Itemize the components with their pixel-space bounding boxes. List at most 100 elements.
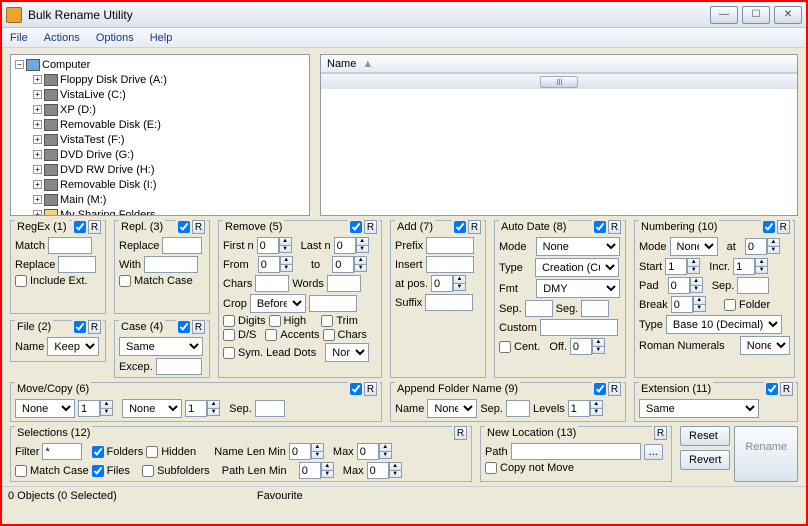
- minimize-button[interactable]: —: [710, 6, 738, 24]
- num-enable[interactable]: [763, 221, 775, 233]
- add-enable[interactable]: [454, 221, 466, 233]
- sel-nlm[interactable]: [289, 443, 311, 460]
- autodate-type-select[interactable]: Creation (Curr: [535, 258, 619, 277]
- sel-plmax[interactable]: [367, 462, 389, 479]
- autodate-fmt-select[interactable]: DMY: [536, 279, 620, 298]
- autodate-reset[interactable]: R: [608, 220, 621, 234]
- expand-icon[interactable]: +: [33, 135, 42, 144]
- regex-reset[interactable]: R: [88, 220, 101, 234]
- num-mode-select[interactable]: None: [670, 237, 718, 256]
- case-select[interactable]: Same: [119, 337, 203, 356]
- mc-reset[interactable]: R: [364, 382, 377, 396]
- afn-sep-input[interactable]: [506, 400, 530, 417]
- autodate-custom-input[interactable]: [540, 319, 618, 336]
- remove-words-input[interactable]: [327, 275, 361, 292]
- menu-actions[interactable]: Actions: [44, 32, 80, 44]
- case-excep-input[interactable]: [156, 358, 202, 375]
- remove-enable[interactable]: [350, 221, 362, 233]
- sel-filter-input[interactable]: [42, 443, 82, 460]
- expand-icon[interactable]: +: [33, 195, 42, 204]
- num-sep-input[interactable]: [737, 277, 769, 294]
- tree-item[interactable]: DVD RW Drive (H:): [60, 164, 155, 176]
- repl-matchcase[interactable]: [119, 275, 131, 287]
- revert-button[interactable]: Revert: [680, 450, 730, 470]
- nl-reset[interactable]: R: [654, 426, 667, 440]
- add-suffix-input[interactable]: [425, 294, 473, 311]
- autodate-cent[interactable]: [499, 341, 511, 353]
- expand-icon[interactable]: +: [33, 165, 42, 174]
- regex-include-ext[interactable]: [15, 275, 27, 287]
- file-list[interactable]: Name▲: [320, 54, 798, 216]
- sel-hidden[interactable]: [146, 446, 158, 458]
- regex-replace-input[interactable]: [58, 256, 96, 273]
- tree-item[interactable]: VistaTest (F:): [60, 134, 125, 146]
- autodate-seg-input[interactable]: [581, 300, 609, 317]
- nl-browse-button[interactable]: ...: [644, 444, 663, 460]
- case-enable[interactable]: [178, 321, 190, 333]
- file-name-select[interactable]: Keep: [47, 337, 99, 356]
- case-reset[interactable]: R: [192, 320, 205, 334]
- mc-select2[interactable]: None: [122, 399, 182, 418]
- repl-with-input[interactable]: [144, 256, 198, 273]
- sel-reset[interactable]: R: [454, 426, 467, 440]
- sel-folders[interactable]: [92, 446, 104, 458]
- remove-crop-input[interactable]: [309, 295, 357, 312]
- menu-options[interactable]: Options: [96, 32, 134, 44]
- autodate-sep-input[interactable]: [525, 300, 553, 317]
- num-type-select[interactable]: Base 10 (Decimal): [666, 315, 782, 334]
- remove-chars-input[interactable]: [255, 275, 289, 292]
- expand-icon[interactable]: +: [33, 180, 42, 189]
- file-reset[interactable]: R: [88, 320, 101, 334]
- add-reset[interactable]: R: [468, 220, 481, 234]
- autodate-enable[interactable]: [594, 221, 606, 233]
- tree-item[interactable]: DVD Drive (G:): [60, 149, 134, 161]
- remove-firstn[interactable]: [257, 237, 279, 254]
- maximize-button[interactable]: ☐: [742, 6, 770, 24]
- add-atpos[interactable]: [431, 275, 453, 292]
- expand-icon[interactable]: +: [33, 150, 42, 159]
- horizontal-scrollbar[interactable]: [321, 73, 797, 89]
- num-at[interactable]: [745, 238, 767, 255]
- remove-from[interactable]: [258, 256, 280, 273]
- regex-enable[interactable]: [74, 221, 86, 233]
- spinner[interactable]: ▲▼: [279, 237, 292, 254]
- ext-select[interactable]: Same: [639, 399, 759, 418]
- regex-match-input[interactable]: [48, 237, 92, 254]
- expand-icon[interactable]: +: [33, 75, 42, 84]
- autodate-off[interactable]: [570, 338, 592, 355]
- afn-reset[interactable]: R: [608, 382, 621, 396]
- remove-chars2[interactable]: [323, 329, 335, 341]
- folder-tree[interactable]: −Computer +Floppy Disk Drive (A:) +Vista…: [10, 54, 310, 216]
- tree-item[interactable]: Main (M:): [60, 194, 106, 206]
- rename-button[interactable]: Rename: [734, 426, 798, 482]
- tree-item[interactable]: Removable Disk (E:): [60, 119, 161, 131]
- num-start[interactable]: [665, 258, 687, 275]
- remove-high[interactable]: [269, 315, 281, 327]
- mc-enable[interactable]: [350, 383, 362, 395]
- remove-trim[interactable]: [321, 315, 333, 327]
- add-prefix-input[interactable]: [426, 237, 474, 254]
- nl-copynotmove[interactable]: [485, 462, 497, 474]
- expand-icon[interactable]: +: [33, 210, 42, 216]
- remove-sym[interactable]: [223, 347, 235, 359]
- num-folder[interactable]: [724, 299, 736, 311]
- tree-item[interactable]: My Sharing Folders: [60, 209, 155, 217]
- mc-n2[interactable]: [185, 400, 207, 417]
- sel-matchcase[interactable]: [15, 465, 27, 477]
- remove-leaddots-select[interactable]: Non: [325, 343, 369, 362]
- num-roman-select[interactable]: None: [740, 336, 790, 355]
- remove-accents[interactable]: [265, 329, 277, 341]
- autodate-mode-select[interactable]: None: [536, 237, 620, 256]
- remove-reset[interactable]: R: [364, 220, 377, 234]
- nl-path-input[interactable]: [511, 443, 641, 460]
- remove-ds[interactable]: [223, 329, 235, 341]
- sel-nlmax[interactable]: [357, 443, 379, 460]
- add-insert-input[interactable]: [426, 256, 474, 273]
- tree-item[interactable]: XP (D:): [60, 104, 96, 116]
- num-incr[interactable]: [733, 258, 755, 275]
- num-reset[interactable]: R: [777, 220, 790, 234]
- expand-icon[interactable]: +: [33, 90, 42, 99]
- remove-crop-select[interactable]: Before: [250, 294, 306, 313]
- ext-reset[interactable]: R: [780, 382, 793, 396]
- afn-name-select[interactable]: None: [427, 399, 477, 418]
